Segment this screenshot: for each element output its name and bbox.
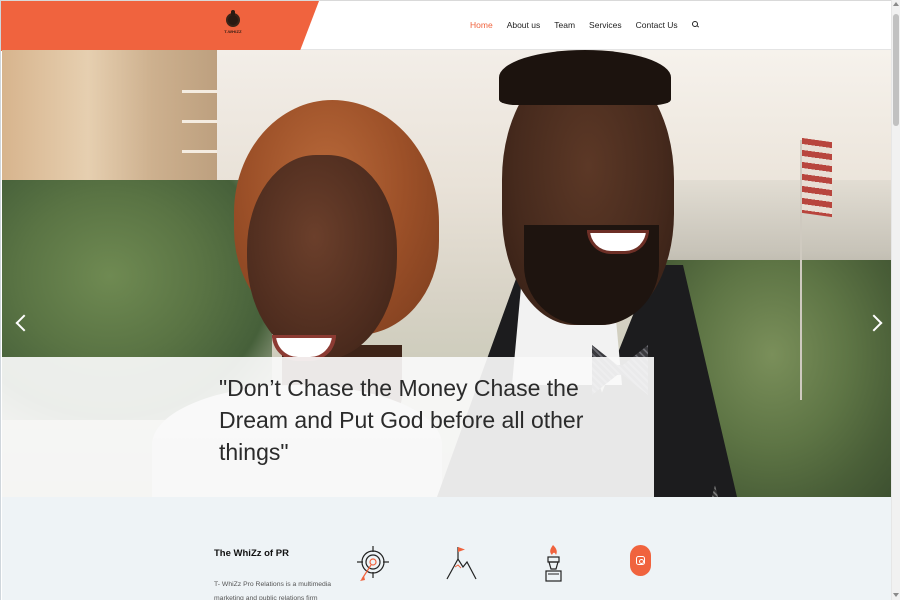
mountain-flag-icon bbox=[446, 547, 477, 580]
hero-person-man-hair bbox=[499, 50, 671, 105]
nav-item-contact-us[interactable]: Contact Us bbox=[636, 20, 678, 30]
hero-quote: "Don’t Chase the Money Chase the Dream a… bbox=[219, 375, 584, 465]
nav-item-services[interactable]: Services bbox=[589, 20, 622, 30]
logo-text: T-WHIZZ bbox=[224, 29, 242, 34]
scrollbar-thumb[interactable] bbox=[893, 14, 899, 126]
nav-item-about-us[interactable]: About us bbox=[507, 20, 541, 30]
chevron-left-icon[interactable] bbox=[14, 313, 26, 333]
instagram-icon bbox=[636, 556, 645, 565]
page: T-WHIZZ Home About us Team Services Cont… bbox=[0, 0, 900, 600]
scroll-down-arrow-icon[interactable] bbox=[893, 593, 899, 597]
logo-mark-icon bbox=[226, 10, 240, 27]
scroll-up-arrow-icon[interactable] bbox=[893, 2, 899, 6]
chevron-right-icon[interactable] bbox=[870, 313, 882, 333]
torch-icon bbox=[545, 545, 562, 582]
hero-person-woman-face bbox=[247, 155, 397, 360]
nav-item-home[interactable]: Home bbox=[470, 20, 493, 30]
hero-bg-sky bbox=[642, 50, 892, 190]
target-icon bbox=[357, 546, 389, 581]
logo-band bbox=[1, 1, 319, 51]
nav-item-team[interactable]: Team bbox=[554, 20, 575, 30]
flag bbox=[802, 137, 832, 218]
search-icon[interactable] bbox=[691, 21, 700, 29]
site-header: T-WHIZZ Home About us Team Services Cont… bbox=[1, 0, 892, 51]
logo[interactable]: T-WHIZZ bbox=[224, 10, 242, 41]
instagram-button[interactable] bbox=[630, 545, 651, 576]
main-nav: Home About us Team Services Contact Us bbox=[470, 20, 700, 30]
about-title: The WhiZz of PR bbox=[214, 548, 289, 559]
page-scrollbar[interactable] bbox=[891, 0, 900, 600]
about-text: T- WhiZz Pro Relations is a multimedia m… bbox=[214, 581, 332, 600]
